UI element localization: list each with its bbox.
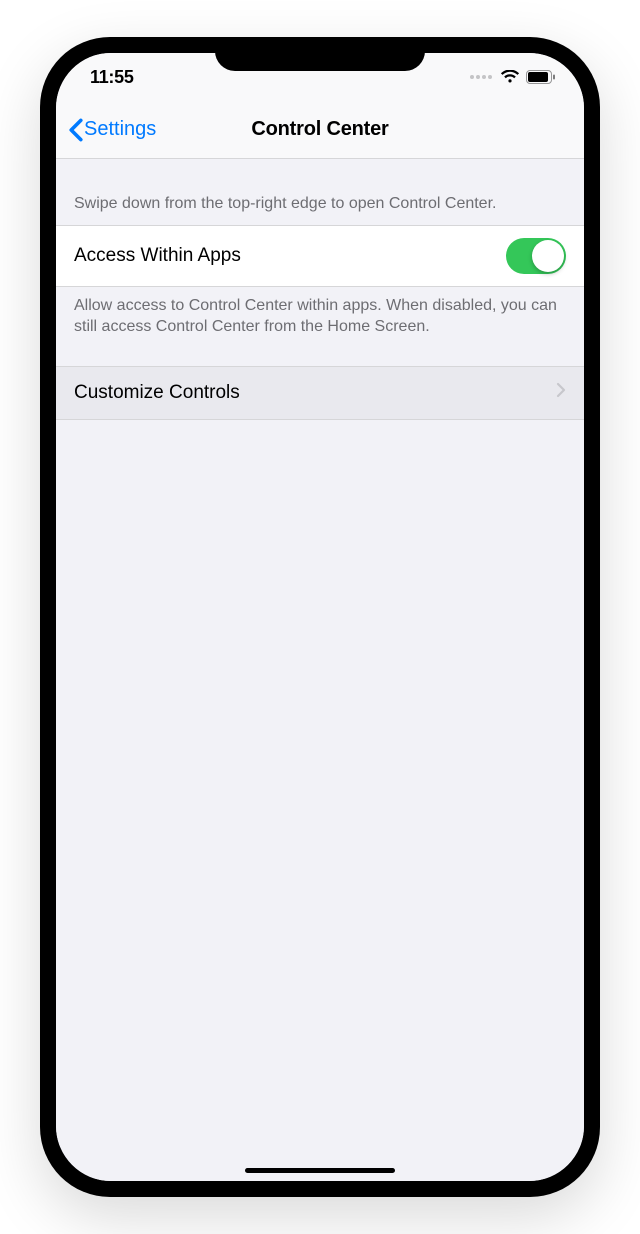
access-within-apps-cell: Access Within Apps (56, 225, 584, 287)
notch (215, 37, 425, 71)
navigation-bar: Settings Control Center (56, 101, 584, 159)
home-indicator[interactable] (245, 1168, 395, 1173)
back-label: Settings (84, 118, 156, 141)
customize-controls-label: Customize Controls (74, 382, 240, 404)
page-title: Control Center (251, 118, 388, 141)
device-frame: 11:55 Settings Control Center Swi (40, 37, 600, 1197)
access-within-apps-toggle[interactable] (506, 238, 566, 274)
battery-icon (526, 70, 556, 84)
chevron-right-icon (556, 382, 566, 403)
back-button[interactable]: Settings (64, 112, 160, 148)
status-right (470, 70, 556, 84)
chevron-left-icon (68, 118, 84, 142)
access-within-apps-label: Access Within Apps (74, 245, 241, 267)
screen: 11:55 Settings Control Center Swi (56, 53, 584, 1181)
access-footer-description: Allow access to Control Center within ap… (56, 287, 584, 366)
customize-controls-cell[interactable]: Customize Controls (56, 366, 584, 420)
wifi-icon (500, 70, 520, 84)
toggle-knob (532, 240, 564, 272)
cellular-dots-icon (470, 75, 492, 79)
content-area: Swipe down from the top-right edge to op… (56, 159, 584, 1181)
section-header-description: Swipe down from the top-right edge to op… (56, 159, 584, 225)
status-time: 11:55 (90, 67, 134, 88)
